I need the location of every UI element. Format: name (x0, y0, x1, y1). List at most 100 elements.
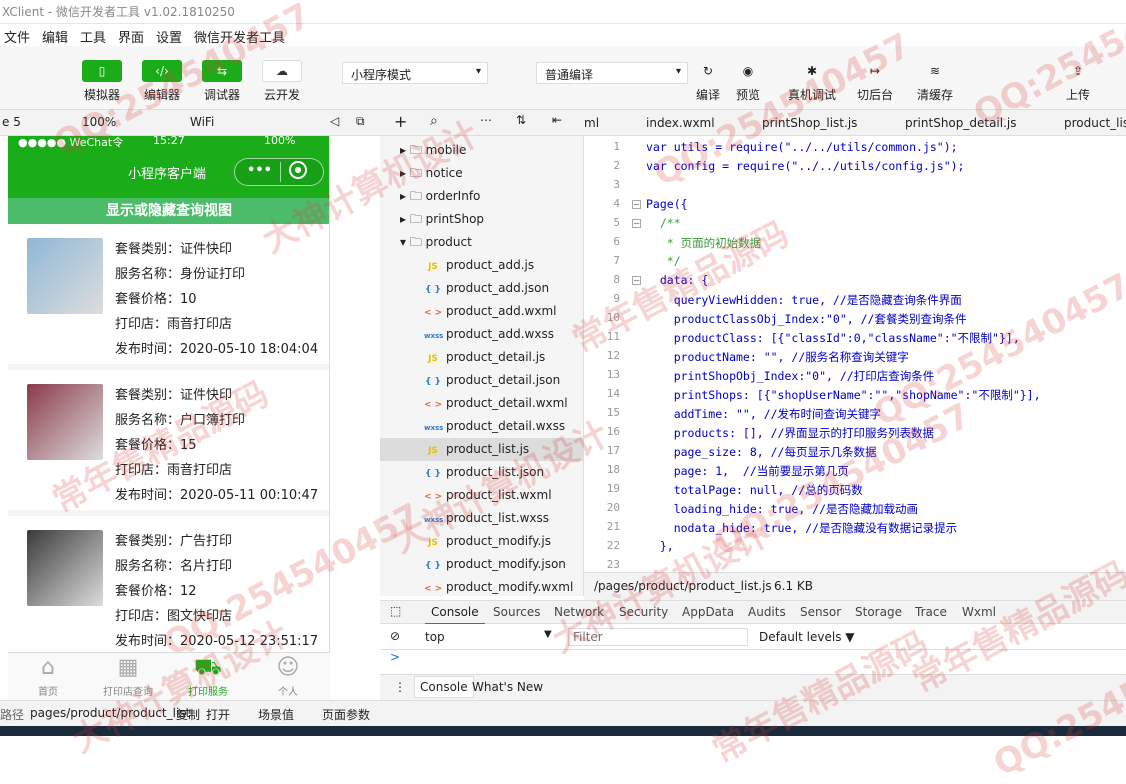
devtab-audits[interactable]: Audits (748, 605, 786, 619)
folder-icon: 🗀 (409, 143, 426, 157)
inspect-icon[interactable]: ⬚ (390, 604, 401, 618)
page-params-button[interactable]: 页面参数 (322, 706, 370, 723)
product-image (27, 530, 103, 606)
tab-partial-wxml[interactable]: ml (584, 116, 599, 130)
tab-index-wxml[interactable]: index.wxml (646, 116, 715, 130)
file-item[interactable]: < > product_detail.wxml (380, 392, 583, 415)
product-time-label: 发布时间： (115, 488, 181, 503)
file-type-icon: wxss (424, 516, 444, 524)
menu-settings[interactable]: 设置 (156, 27, 182, 46)
file-item[interactable]: wxss product_detail.wxss (380, 415, 583, 438)
folder-icon: 🗀 (409, 235, 426, 249)
drawer-tab-console[interactable]: Console (414, 676, 474, 698)
code-editor[interactable]: 1 var utils = require("../../utils/common… (584, 136, 1126, 572)
open-path-link[interactable]: 打开 (206, 706, 230, 723)
zoom-select[interactable]: 100% (82, 115, 116, 129)
file-item[interactable]: < > product_list.wxml (380, 484, 583, 507)
search-icon[interactable]: ⌕ (430, 113, 438, 129)
volume-icon[interactable]: ◁ (330, 114, 339, 128)
file-item[interactable]: JS product_modify.js (380, 530, 583, 553)
file-item[interactable]: { } product_modify.json (380, 553, 583, 576)
simulator-button[interactable]: ▯ 模拟器 (77, 60, 127, 103)
upload-button[interactable]: ⇪ 上传 (1053, 60, 1103, 103)
device-select[interactable]: e 5 (2, 115, 21, 129)
file-item[interactable]: wxss product_list.wxss (380, 507, 583, 530)
clear-cache-button[interactable]: ≋ 清缓存 (910, 60, 960, 103)
fold-icon[interactable]: − (632, 219, 641, 228)
background-button[interactable]: ↦ 切后台 (850, 60, 900, 103)
console-output[interactable]: > (380, 650, 1126, 674)
folder-item[interactable]: ▸ 🗀 mobile (400, 139, 466, 162)
devtab-appdata[interactable]: AppData (682, 605, 734, 619)
tab-profile[interactable]: ☺ 个人 (248, 653, 328, 698)
log-levels-select[interactable]: Default levels ▼ (759, 630, 855, 644)
file-item[interactable]: wxss product_add.wxss (380, 323, 583, 346)
folder-item[interactable]: ▾ 🗀 product (400, 231, 472, 254)
clear-console-icon[interactable]: ⊘ (390, 629, 400, 643)
file-item[interactable]: { } product_add.json (380, 277, 583, 300)
menu-view[interactable]: 界面 (118, 27, 144, 46)
product-price-value: 15 (180, 438, 197, 453)
file-item[interactable]: JS product_list.js (380, 438, 583, 461)
product-shop-value: 雨音打印店 (167, 463, 233, 478)
menu-wechat-devtools[interactable]: 微信开发者工具 (194, 27, 285, 46)
file-item[interactable]: JS product_detail.js (380, 346, 583, 369)
devtab-sources[interactable]: Sources (493, 605, 540, 619)
file-item[interactable]: < > product_add.wxml (380, 300, 583, 323)
debugger-button[interactable]: ⇆ 调试器 (197, 60, 247, 103)
rotate-icon[interactable]: ⧉ (356, 114, 365, 129)
sort-icon[interactable]: ⇅ (516, 113, 526, 127)
menu-tools[interactable]: 工具 (80, 27, 106, 46)
devtab-storage[interactable]: Storage (855, 605, 902, 619)
collapse-icon[interactable]: ⇤ (552, 113, 562, 127)
cloud-button[interactable]: ☁ 云开发 (257, 60, 307, 103)
scene-value-button[interactable]: 场景值 (258, 706, 294, 723)
preview-button[interactable]: ◉ 预览 (723, 60, 773, 103)
tab-printshop-list-js[interactable]: printShop_list.js (762, 116, 857, 130)
editor-button[interactable]: ‹/› 编辑器 (137, 60, 187, 103)
product-card[interactable]: 套餐类别：广告打印 服务名称：名片打印 套餐价格：12 打印店：图文快印店 发布时间：2… (8, 516, 329, 662)
folder-item[interactable]: ▸ 🗀 notice (400, 162, 463, 185)
devtab-wxml[interactable]: Wxml (962, 605, 996, 619)
product-card[interactable]: 套餐类别：证件快印 服务名称：身份证打印 套餐价格：10 打印店：雨音打印店 发布时间：… (8, 224, 329, 370)
remote-debug-button[interactable]: ✱ 真机调试 (787, 60, 837, 103)
copy-path-link[interactable]: 复制 (176, 706, 200, 723)
file-item[interactable]: { } product_list.json (380, 461, 583, 484)
fold-icon[interactable]: − (632, 276, 641, 285)
drawer-menu-icon[interactable]: ⋮ (394, 680, 406, 694)
file-item[interactable]: { } product_detail.json (380, 369, 583, 392)
add-icon[interactable]: + (394, 112, 407, 131)
file-item[interactable]: < > product_modify.wxml (380, 576, 583, 596)
drawer-tab-whats-new[interactable]: What's New (472, 680, 543, 694)
menu-file[interactable]: 文件 (4, 27, 30, 46)
mode-select[interactable]: 小程序模式 (342, 62, 488, 84)
tab-print-service[interactable]: ⛟ 打印服务 (168, 653, 248, 698)
chevron-down-icon[interactable]: ▼ (544, 629, 552, 640)
tab-printshop-detail-js[interactable]: printShop_detail.js (905, 116, 1017, 130)
folder-item[interactable]: ▸ 🗀 printShop (400, 208, 484, 231)
line-number: 14 (606, 387, 620, 400)
toggle-search-view-button[interactable]: 显示或隐藏查询视图 (8, 198, 329, 224)
file-item[interactable]: JS product_add.js (380, 254, 583, 277)
devtab-sensor[interactable]: Sensor (800, 605, 841, 619)
folder-item[interactable]: ▸ 🗀 orderInfo (400, 185, 480, 208)
tab-shop-search[interactable]: ▦ 打印店查询 (88, 653, 168, 698)
devtab-console[interactable]: Console (431, 605, 479, 619)
context-select[interactable]: top (425, 630, 445, 644)
capsule-menu[interactable]: ••• ● (234, 158, 324, 186)
menu-edit[interactable]: 编辑 (42, 27, 68, 46)
network-select[interactable]: WiFi (190, 115, 214, 129)
devtab-trace[interactable]: Trace (915, 605, 947, 619)
tab-product-list-js[interactable]: product_lis (1064, 116, 1126, 130)
devtab-security[interactable]: Security (619, 605, 668, 619)
product-card[interactable]: 套餐类别：证件快印 服务名称：户口簿打印 套餐价格：15 打印店：雨音打印店 发布时间：… (8, 370, 329, 516)
devtab-network[interactable]: Network (554, 605, 604, 619)
close-miniprogram-icon[interactable]: ● (289, 161, 307, 179)
more-icon[interactable]: ••• (247, 163, 272, 178)
console-filter-input[interactable] (568, 628, 748, 646)
compile-mode-select[interactable]: 普通编译 (536, 62, 688, 84)
more-icon[interactable]: ⋯ (480, 113, 492, 127)
fold-icon[interactable]: − (632, 200, 641, 209)
tab-home[interactable]: ⌂ 首页 (8, 653, 88, 698)
code-line: printShops: [{"shopUserName":"","shopNam… (646, 388, 1041, 402)
